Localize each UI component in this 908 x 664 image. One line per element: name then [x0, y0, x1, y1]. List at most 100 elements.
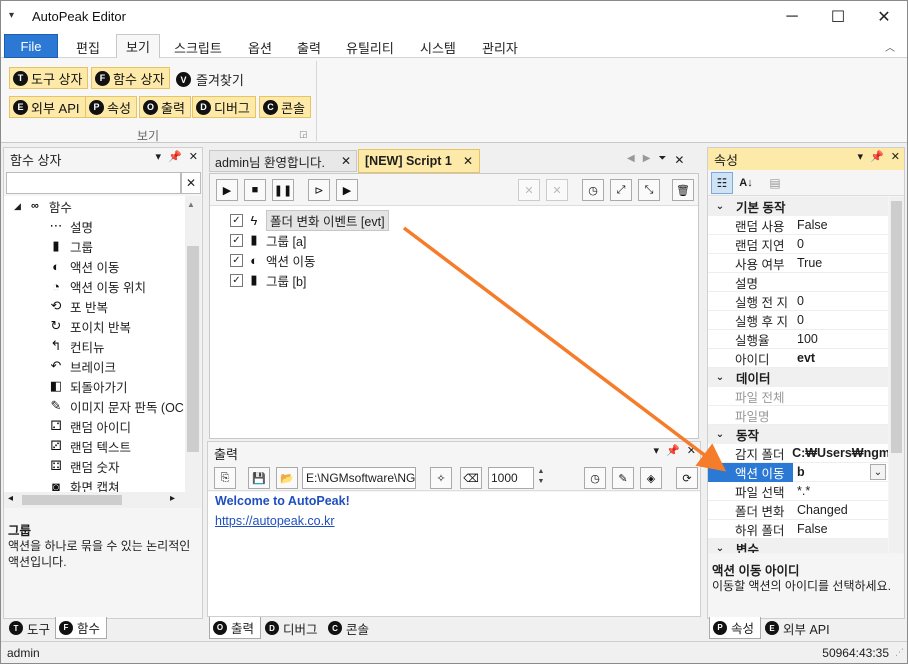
- property-row[interactable]: 폴더 변화 Changed: [708, 501, 888, 520]
- run-button[interactable]: ▶: [216, 179, 238, 201]
- function-item[interactable]: ✎ 이미지 문자 판독 (OC: [4, 396, 185, 416]
- action-enabled-checkbox[interactable]: ✓: [230, 213, 243, 227]
- tab-admin[interactable]: 관리자: [473, 36, 527, 58]
- expand-arrow-icon[interactable]: ◢: [14, 201, 21, 212]
- pin-icon[interactable]: 📌: [168, 150, 182, 163]
- collapse-category-icon[interactable]: ⌄: [712, 372, 728, 383]
- tab-edit[interactable]: 편집: [67, 36, 109, 58]
- properties-button[interactable]: P 속성: [85, 96, 137, 118]
- minimize-button[interactable]: ─: [769, 1, 815, 33]
- pin-icon[interactable]: 📌: [870, 150, 884, 163]
- function-item[interactable]: ↰ 컨티뉴: [4, 336, 185, 356]
- panel-close-icon[interactable]: ✕: [891, 150, 900, 163]
- function-tree-vscrollbar[interactable]: ▲: [185, 196, 201, 492]
- timestamp-button[interactable]: ◷: [584, 467, 606, 489]
- function-item[interactable]: ↶ 브레이크: [4, 356, 185, 376]
- property-row[interactable]: 설명: [708, 273, 888, 292]
- property-vscrollbar[interactable]: [889, 197, 904, 553]
- close-button[interactable]: ✕: [861, 1, 907, 33]
- panel-close-icon[interactable]: ✕: [189, 150, 198, 163]
- function-box-button[interactable]: F 함수 상자: [91, 67, 171, 89]
- log-limit-spinner[interactable]: ▲ ▼: [535, 467, 547, 489]
- resize-grip-icon[interactable]: ⋰: [895, 647, 904, 658]
- pause-button[interactable]: ❚❚: [272, 179, 294, 201]
- clear-search-button[interactable]: ✕: [181, 172, 201, 194]
- script-action-row[interactable]: ✓ ▮ 그룹 [a]: [230, 230, 690, 250]
- tab-console[interactable]: C 콘솔: [325, 617, 375, 639]
- panel-close-icon[interactable]: ✕: [687, 444, 696, 457]
- property-category[interactable]: ⌄ 데이터: [708, 368, 888, 387]
- save-log-button[interactable]: 💾: [248, 467, 270, 489]
- function-search-input[interactable]: [6, 172, 181, 194]
- tree-root-functions[interactable]: ◢ ∞ 함수: [4, 196, 185, 216]
- property-row[interactable]: 사용 여부 True: [708, 254, 888, 273]
- action-enabled-checkbox[interactable]: ✓: [230, 233, 243, 247]
- external-api-button[interactable]: E 외부 API: [9, 96, 86, 118]
- property-row[interactable]: 실행 후 지 0: [708, 311, 888, 330]
- tab-toolbox[interactable]: T 도구: [6, 617, 56, 639]
- property-pages-icon[interactable]: ▤: [764, 172, 786, 194]
- property-value[interactable]: evt: [793, 351, 815, 365]
- dropdown-arrow-icon[interactable]: ⌄: [870, 464, 886, 480]
- file-tab[interactable]: File: [4, 34, 58, 58]
- property-value[interactable]: 0: [793, 294, 804, 308]
- new-log-button[interactable]: ⎘: [214, 467, 236, 489]
- function-item[interactable]: ⚃ 랜덤 숫자: [4, 456, 185, 476]
- website-link[interactable]: https://autopeak.co.kr: [215, 514, 335, 528]
- function-item[interactable]: ▮ 그룹: [4, 236, 185, 256]
- property-row[interactable]: 파일 선택 *.*: [708, 482, 888, 501]
- property-value[interactable]: b: [793, 465, 870, 479]
- property-value[interactable]: False: [793, 522, 828, 536]
- fill-button[interactable]: ◈: [640, 467, 662, 489]
- property-value[interactable]: 0: [793, 237, 804, 251]
- group-launcher-icon[interactable]: ◲: [299, 129, 308, 140]
- categorized-view-icon[interactable]: ☷: [711, 172, 733, 194]
- function-item[interactable]: ◔ 액션 이동 위치: [4, 276, 185, 296]
- function-item[interactable]: ⚁ 랜덤 아이디: [4, 416, 185, 436]
- property-value[interactable]: *.*: [793, 484, 810, 498]
- tab-properties[interactable]: P 속성: [709, 617, 762, 639]
- expand-all-button[interactable]: ⤢: [610, 179, 632, 201]
- panel-dropdown-icon[interactable]: ▾: [156, 150, 162, 163]
- tab-welcome[interactable]: admin님 환영합니다. ✕: [209, 150, 357, 172]
- log-path-input[interactable]: E:\NGMsoftware\NG: [302, 467, 416, 489]
- log-limit-input[interactable]: 1000: [488, 467, 534, 489]
- tab-debug[interactable]: D 디버그: [262, 617, 324, 639]
- function-item[interactable]: ⟲ 포 반복: [4, 296, 185, 316]
- property-category[interactable]: ⌄ 동작: [708, 425, 888, 444]
- tab-system[interactable]: 시스템: [411, 36, 465, 58]
- collapse-ribbon-icon[interactable]: ︿: [885, 39, 895, 54]
- property-value[interactable]: True: [793, 256, 822, 270]
- panel-dropdown-icon[interactable]: ▾: [858, 150, 864, 163]
- collapse-category-icon[interactable]: ⌄: [712, 543, 728, 553]
- remove-button[interactable]: ✕: [518, 179, 540, 201]
- property-category[interactable]: ⌄ 변수: [708, 539, 888, 553]
- close-document-icon[interactable]: ✕: [674, 153, 684, 167]
- function-item[interactable]: ↻ 포이치 반복: [4, 316, 185, 336]
- remove-all-button[interactable]: ✕: [546, 179, 568, 201]
- run-selected-button[interactable]: ▶: [336, 179, 358, 201]
- console-button[interactable]: C 콘솔: [259, 96, 311, 118]
- property-value[interactable]: 0: [793, 313, 804, 327]
- tab-external-api[interactable]: E 외부 API: [762, 617, 836, 639]
- tab-script[interactable]: 스크립트: [165, 36, 231, 58]
- favorites-button[interactable]: V 즐겨찾기: [176, 70, 244, 89]
- property-row[interactable]: 하위 폴더 False: [708, 520, 888, 539]
- auto-clean-button[interactable]: ✧: [430, 467, 452, 489]
- eraser-button[interactable]: ⌫: [460, 467, 482, 489]
- property-row[interactable]: 랜덤 사용 False: [708, 216, 888, 235]
- script-action-row[interactable]: ✓ ◐ 액션 이동: [230, 250, 690, 270]
- pin-icon[interactable]: 📌: [666, 444, 680, 457]
- close-tab-icon[interactable]: ✕: [341, 154, 351, 168]
- property-value[interactable]: 100: [793, 332, 818, 346]
- function-item[interactable]: ◧ 되돌아가기: [4, 376, 185, 396]
- debug-button[interactable]: D 디버그: [192, 96, 256, 118]
- tab-view[interactable]: 보기: [116, 34, 160, 58]
- collapse-category-icon[interactable]: ⌄: [712, 201, 728, 212]
- tab-list-icon[interactable]: ⏷: [658, 153, 666, 167]
- property-row[interactable]: 실행율 100: [708, 330, 888, 349]
- property-row[interactable]: 실행 전 지 0: [708, 292, 888, 311]
- tab-functions[interactable]: F 함수: [55, 617, 108, 639]
- property-row[interactable]: 파일 전체: [708, 387, 888, 406]
- tab-output[interactable]: 출력: [288, 36, 330, 58]
